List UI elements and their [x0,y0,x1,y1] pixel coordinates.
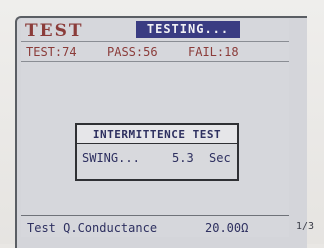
intermittence-dialog: INTERMITTENCE TEST SWING... 5.3 Sec [75,123,239,181]
swing-value: 5.3 [172,151,194,165]
fail-count: FAIL:18 [188,45,239,59]
footer-value: 20.00Ω [205,221,249,235]
test-count: TEST:74 [26,45,77,59]
dialog-body: SWING... 5.3 Sec [82,151,232,171]
footer-bar: Test Q.Conductance 20.00Ω [21,215,289,238]
header-bar: TEST TESTING... [21,19,289,42]
counts-bar: TEST:74 PASS:56 FAIL:18 [21,42,289,62]
page-title: TEST [25,21,84,41]
lcd-display: TEST TESTING... TEST:74 PASS:56 FAIL:18 … [21,19,289,237]
dialog-header: INTERMITTENCE TEST [77,125,237,144]
pass-count: PASS:56 [107,45,158,59]
page-indicator: 1/3 [296,221,315,232]
footer-label: Test Q.Conductance [27,221,158,235]
dialog-title: INTERMITTENCE TEST [92,128,222,141]
status-badge: TESTING... [136,21,240,38]
swing-label: SWING... [82,151,140,165]
swing-unit: Sec [209,151,231,165]
